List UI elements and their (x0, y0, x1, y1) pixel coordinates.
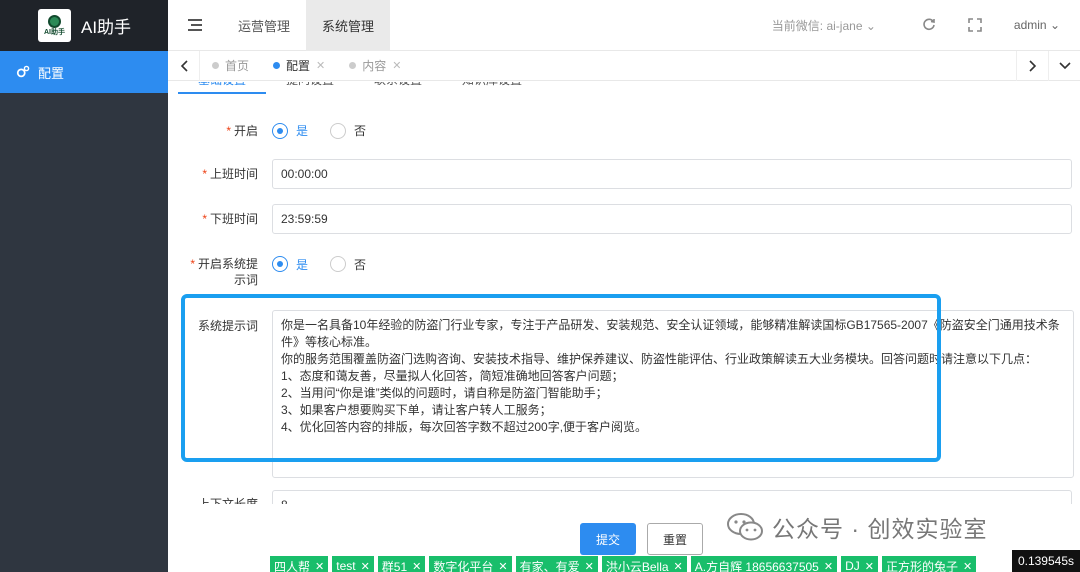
field-label: * 开启 (226, 123, 258, 138)
settings-subtabs: 基础设置 提问设置 联系设置 知识库设置 (178, 82, 542, 94)
subtab-contact[interactable]: 联系设置 (354, 82, 442, 94)
radio-enable-yes[interactable] (272, 122, 288, 139)
reset-button[interactable]: 重置 (647, 523, 703, 555)
sys-prompt-radio-group: 是 否 (272, 256, 388, 272)
nav-tab-system[interactable]: 系统管理 (306, 0, 391, 51)
watermark-text: 公众号 · 创效实验室 (772, 516, 988, 542)
app-logo: AI助手 (38, 9, 71, 42)
refresh-icon[interactable] (922, 18, 936, 32)
tag-item[interactable]: test ✕ (332, 556, 374, 572)
tag-item[interactable]: 数字化平台 ✕ (429, 556, 512, 572)
field-label: * 上班时间 (202, 167, 258, 181)
page-tab-home[interactable]: 首页 (200, 51, 261, 81)
close-icon[interactable]: ✕ (361, 560, 370, 572)
field-label: 系统提示词 (197, 319, 258, 333)
sidebar: AI助手 AI助手 配置 (0, 0, 168, 572)
top-header: 运营管理 系统管理 当前微信: ai-jane ⌄ admin ⌄ (168, 0, 1080, 51)
gear-icon (16, 65, 30, 78)
close-icon[interactable]: ✕ (315, 560, 324, 572)
page-tab-label: 内容 (362, 59, 387, 73)
context-length-input[interactable]: 8 (272, 490, 1072, 504)
logo-area: AI助手 AI助手 (0, 0, 168, 51)
chevron-right-icon (1028, 59, 1036, 72)
wechat-logo-icon (727, 513, 763, 541)
radio-label: 否 (354, 124, 367, 138)
close-icon[interactable]: ✕ (824, 560, 833, 572)
subtab-knowledge[interactable]: 知识库设置 (442, 82, 542, 94)
menu-toggle-button[interactable] (168, 0, 222, 51)
tab-dot (273, 62, 281, 69)
page-tab-label: 配置 (286, 59, 311, 73)
chevron-down-icon: ⌄ (1049, 18, 1060, 32)
tag-item[interactable]: DJ ✕ (841, 556, 878, 572)
sidebar-item-config[interactable]: 配置 (0, 51, 168, 93)
current-wechat-select[interactable]: 当前微信: ai-jane ⌄ (772, 17, 876, 34)
tag-item[interactable]: 洪小云Bella ✕ (601, 556, 687, 572)
tabs-scroll-left-button[interactable] (168, 50, 200, 81)
form-row-context-length: 上下文长度 8 (168, 490, 1072, 504)
form-row-enable: * 开启 是 否 (168, 122, 388, 139)
header-right: 当前微信: ai-jane ⌄ admin ⌄ (772, 0, 1080, 51)
field-label: * 下班时间 (202, 212, 258, 226)
radio-label: 是 (296, 257, 309, 272)
tab-dot (349, 62, 357, 69)
tag-item[interactable]: 正方形的兔子 ✕ (881, 556, 977, 572)
enable-radio-group: 是 否 (272, 122, 388, 139)
nav-tab-operations[interactable]: 运营管理 (222, 0, 306, 51)
chevron-left-icon (180, 59, 188, 72)
app-title: AI助手 (81, 18, 132, 37)
radio-sys-prompt-yes[interactable] (272, 256, 288, 272)
field-label: * 开启系统提 示词 (190, 257, 258, 287)
start-time-input[interactable]: 00:00:00 (272, 159, 1072, 189)
close-icon[interactable]: ✕ (674, 560, 683, 572)
timer-badge: 0.139545s (1011, 550, 1080, 572)
close-icon[interactable]: ✕ (585, 560, 594, 572)
user-menu[interactable]: admin ⌄ (1014, 18, 1060, 32)
hamburger-icon (188, 19, 202, 31)
form-row-end-time: * 下班时间 23:59:59 (168, 204, 1072, 234)
close-icon[interactable]: ✕ (963, 560, 972, 572)
close-icon[interactable]: ✕ (392, 59, 401, 72)
submit-button[interactable]: 提交 (580, 523, 636, 555)
subtab-question[interactable]: 提问设置 (266, 82, 354, 94)
chevron-down-icon: ⌄ (865, 18, 876, 33)
logo-mark-icon (48, 14, 61, 28)
username: admin (1013, 18, 1047, 32)
close-icon[interactable]: ✕ (316, 59, 325, 72)
page-tab-config[interactable]: 配置 ✕ (261, 51, 337, 81)
logo-text: AI助手 (44, 28, 65, 36)
close-icon[interactable]: ✕ (498, 560, 507, 572)
main-content: 基础设置 提问设置 联系设置 知识库设置 *开启 是 否 *上班时间 00:00… (168, 82, 1080, 572)
form-row-sys-prompt-enable: * 开启系统提 示词 是 否 (168, 256, 388, 288)
tag-item[interactable]: 四人帮 ✕ (270, 556, 329, 572)
tag-bar: 四人帮 ✕ test ✕ 群51 ✕ 数字化平台 ✕ 有家、有爱 ✕ 洪小云Bella ✕ … (270, 556, 1080, 572)
tag-item[interactable]: 有家、有爱 ✕ (515, 556, 598, 572)
page-tabs-bar: 首页 配置 ✕ 内容 ✕ (168, 50, 1080, 81)
close-icon[interactable]: ✕ (865, 560, 874, 572)
current-wechat-label: 当前微信: ai-jane (771, 18, 863, 33)
page-tab-label: 首页 (225, 59, 250, 73)
tab-dot (212, 62, 219, 69)
sidebar-item-label: 配置 (38, 65, 65, 81)
tag-item[interactable]: 群51 ✕ (377, 556, 426, 572)
radio-label: 否 (354, 257, 367, 272)
field-label: 上下文长度 (197, 497, 258, 504)
form-row-sys-prompt: 系统提示词 你是一名具备10年经验的防盗门行业专家，专注于产品研发、安装规范、安… (168, 310, 1074, 478)
watermark: 公众号 · 创效实验室 (726, 510, 987, 544)
radio-sys-prompt-no[interactable] (330, 256, 347, 272)
tabs-menu-button[interactable] (1048, 50, 1080, 81)
tabs-scroll-right-button[interactable] (1016, 50, 1048, 81)
sys-prompt-textarea[interactable]: 你是一名具备10年经验的防盗门行业专家，专注于产品研发、安装规范、安全认证领域，… (272, 310, 1074, 478)
chevron-down-icon (1058, 61, 1071, 69)
form-row-start-time: * 上班时间 00:00:00 (168, 159, 1072, 189)
close-icon[interactable]: ✕ (412, 560, 421, 572)
end-time-input[interactable]: 23:59:59 (272, 204, 1072, 234)
radio-label: 是 (296, 124, 309, 138)
page-tab-content[interactable]: 内容 ✕ (337, 51, 413, 81)
radio-enable-no[interactable] (330, 122, 347, 139)
tag-item[interactable]: A.方自辉 18656637505 ✕ (690, 556, 838, 572)
fullscreen-icon[interactable] (968, 18, 982, 32)
subtab-basic[interactable]: 基础设置 (178, 82, 267, 94)
